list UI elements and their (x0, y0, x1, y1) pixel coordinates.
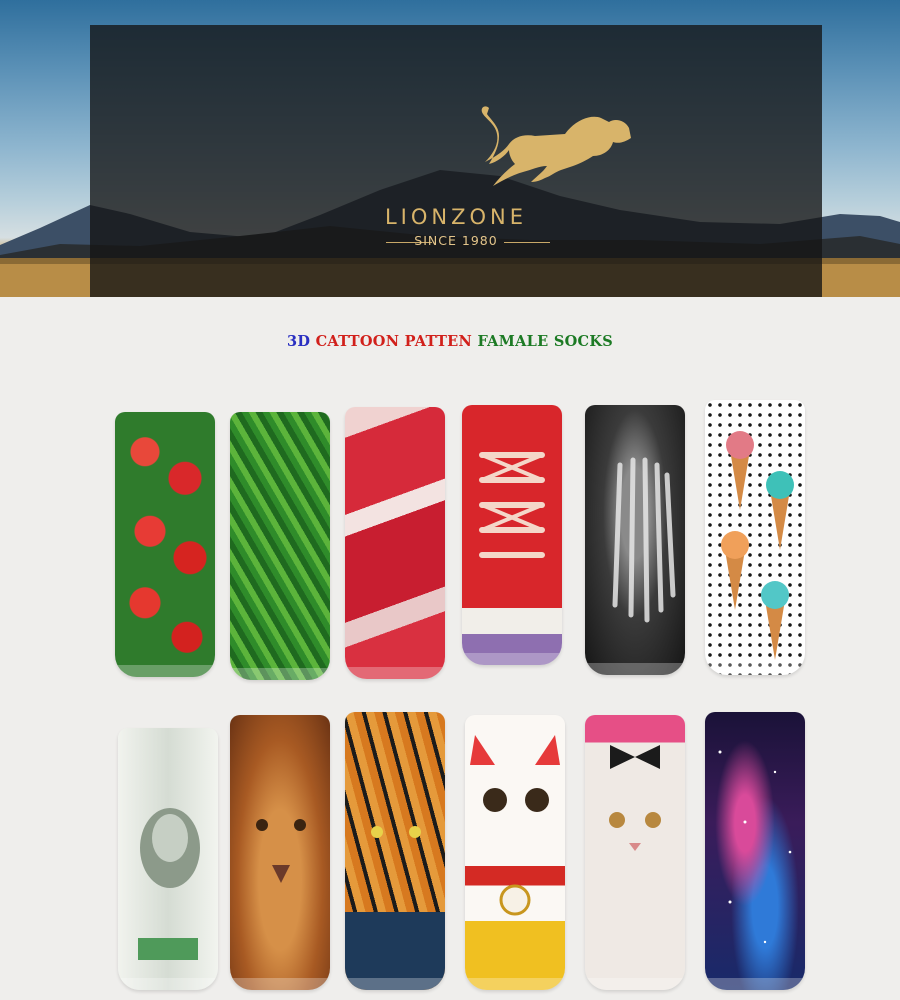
shoelace-icon (479, 452, 545, 558)
sock-dollar-bill (118, 728, 218, 990)
since-divider-right (504, 242, 550, 243)
leaping-lion-icon (481, 106, 631, 186)
franklin-portrait-icon (138, 808, 200, 960)
hero-banner: LIONZONE SINCE 1980 (0, 0, 900, 297)
sock-strawberry (115, 412, 215, 677)
sock-green-leaves (230, 412, 330, 680)
tiger-face-icon (345, 826, 445, 990)
lucky-cat-icon (470, 735, 560, 916)
headline-3d: 3D (286, 333, 311, 350)
sock-ice-cream-cones (705, 400, 805, 675)
ice-cream-icon (721, 431, 794, 660)
brand-since: SINCE 1980 (414, 233, 498, 248)
stars-icon (718, 750, 792, 944)
sock-lion-face (230, 715, 330, 990)
sock-raw-meat (345, 407, 445, 679)
brand-panel: LIONZONE SINCE 1980 (90, 25, 822, 297)
brand-logo: LIONZONE SINCE 1980 (90, 25, 822, 297)
sock-white-cat-bow (585, 715, 685, 990)
lion-face-icon (256, 819, 306, 883)
product-headline: 3D CATTOON PATTEN FAMALE SOCKS (0, 333, 900, 350)
sock-galaxy (705, 712, 805, 990)
sock-foot-x-ray (585, 405, 685, 675)
headline-socks: FAMALE SOCKS (477, 333, 614, 350)
sock-tiger-face (345, 712, 445, 990)
sock-red-sneaker (462, 405, 562, 665)
sock-lucky-cat (465, 715, 565, 990)
foot-bones-icon (612, 457, 676, 623)
headline-pattern: CATTOON PATTEN (315, 333, 473, 350)
brand-name: LIONZONE (384, 205, 528, 229)
cat-face-icon (609, 745, 661, 851)
